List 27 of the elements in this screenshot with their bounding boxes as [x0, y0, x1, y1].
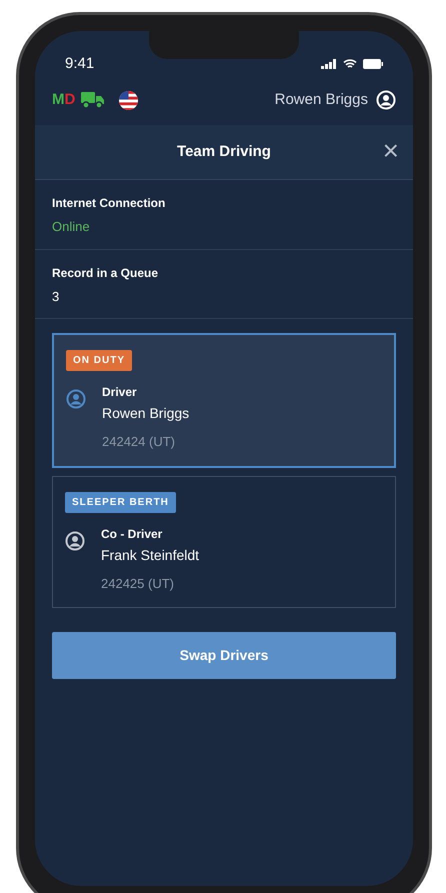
- status-time: 9:41: [65, 54, 94, 74]
- driver-role: Co - Driver: [101, 526, 164, 542]
- status-badge: ON DUTY: [66, 350, 132, 371]
- driver-role: Driver: [102, 384, 138, 401]
- info-value: Online: [52, 218, 91, 236]
- signal-icon: [321, 59, 337, 69]
- status-badge: SLEEPER BERTH: [65, 492, 176, 512]
- driver-id: 242425 (UT): [101, 574, 175, 593]
- user-avatar-icon: [66, 389, 86, 409]
- close-button[interactable]: ×: [382, 137, 399, 165]
- driver-card[interactable]: SLEEPER BERTH Co - Driver Frank Steinfeldt 242425 (UT): [52, 476, 396, 608]
- user-name: Rowen Briggs: [274, 90, 368, 110]
- driver-name: Frank Steinfeldt: [101, 546, 200, 564]
- info-label: Internet Connection: [52, 195, 166, 212]
- flag-icon: [119, 90, 138, 110]
- dialog-title: Team Driving: [177, 142, 271, 162]
- info-label: Record in a Queue: [52, 264, 160, 282]
- app-logo: MD: [52, 90, 76, 110]
- info-value: 3: [52, 288, 60, 306]
- battery-icon: [363, 59, 383, 69]
- user-avatar-icon: [376, 90, 396, 110]
- driver-id: 242424 (UT): [102, 433, 176, 451]
- user-avatar-icon: [65, 530, 85, 550]
- driver-card[interactable]: ON DUTY Driver Rowen Briggs 242424 (UT): [52, 333, 396, 468]
- driver-name: Rowen Briggs: [102, 404, 190, 423]
- wifi-icon: [343, 59, 357, 69]
- truck-icon: [81, 91, 106, 109]
